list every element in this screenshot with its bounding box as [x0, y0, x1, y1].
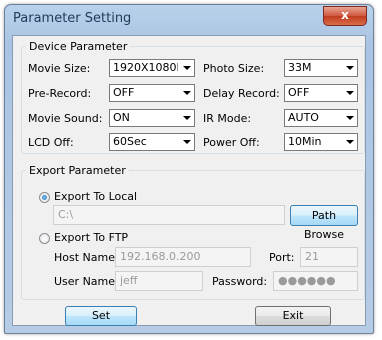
- chevron-down-icon: [183, 140, 191, 144]
- lcd-off-value: 60Sec: [113, 135, 147, 148]
- port-label: Port:: [269, 251, 295, 264]
- chevron-down-icon: [346, 140, 354, 144]
- chevron-down-icon: [183, 66, 191, 70]
- power-off-value: 10Min: [288, 135, 322, 148]
- lcd-off-label: LCD Off:: [28, 136, 74, 149]
- chevron-down-icon: [346, 91, 354, 95]
- chevron-down-icon: [183, 91, 191, 95]
- ir-mode-value: AUTO: [288, 111, 319, 124]
- chevron-down-icon: [346, 66, 354, 70]
- movie-sound-value: ON: [113, 111, 130, 124]
- ir-mode-select[interactable]: AUTO: [284, 109, 358, 127]
- exit-button[interactable]: Exit: [255, 306, 331, 326]
- photo-size-label: Photo Size:: [203, 62, 265, 75]
- power-off-label: Power Off:: [203, 136, 260, 149]
- path-field[interactable]: C:\: [53, 205, 285, 225]
- pre-record-select[interactable]: OFF: [109, 84, 195, 102]
- photo-size-value: 33M: [288, 61, 312, 74]
- delay-record-label: Delay Record:: [203, 87, 280, 100]
- export-parameter-legend: Export Parameter: [29, 164, 126, 177]
- window-title: Parameter Setting: [13, 11, 132, 26]
- pre-record-label: Pre-Record:: [28, 87, 92, 100]
- user-name-field[interactable]: jeff: [115, 271, 203, 291]
- pre-record-value: OFF: [113, 86, 135, 99]
- export-ftp-label[interactable]: Export To FTP: [54, 231, 128, 244]
- movie-sound-label: Movie Sound:: [28, 112, 103, 125]
- path-browse-button[interactable]: Path Browse: [290, 205, 358, 241]
- lcd-off-select[interactable]: 60Sec: [109, 133, 195, 151]
- password-label: Password:: [212, 275, 268, 288]
- export-local-radio[interactable]: [39, 192, 50, 203]
- delay-record-value: OFF: [288, 86, 310, 99]
- chevron-down-icon: [183, 116, 191, 120]
- movie-sound-select[interactable]: ON: [109, 109, 195, 127]
- movie-size-label: Movie Size:: [28, 62, 91, 75]
- photo-size-select[interactable]: 33M: [284, 59, 358, 77]
- delay-record-select[interactable]: OFF: [284, 84, 358, 102]
- password-field[interactable]: ●●●●●●: [273, 271, 358, 291]
- close-button[interactable]: x: [323, 6, 367, 26]
- host-name-field[interactable]: 192.168.0.200: [115, 247, 251, 267]
- set-button[interactable]: Set: [65, 306, 137, 326]
- movie-size-value: 1920X1080P30: [113, 61, 178, 74]
- export-ftp-radio[interactable]: [39, 233, 50, 244]
- host-name-label: Host Name:: [54, 251, 119, 264]
- chevron-down-icon: [346, 116, 354, 120]
- parameter-setting-window: Parameter Setting x Device Parameter Mov…: [4, 4, 374, 334]
- power-off-select[interactable]: 10Min: [284, 133, 358, 151]
- port-field[interactable]: 21: [300, 247, 358, 267]
- user-name-label: User Name:: [54, 275, 119, 288]
- close-icon: x: [341, 8, 349, 22]
- export-local-label[interactable]: Export To Local: [54, 190, 137, 203]
- dialog-client-area: Device Parameter Movie Size: 1920X1080P3…: [12, 35, 366, 326]
- movie-size-select[interactable]: 1920X1080P30: [109, 59, 195, 77]
- title-bar[interactable]: Parameter Setting x: [5, 5, 373, 35]
- device-parameter-legend: Device Parameter: [29, 40, 128, 53]
- ir-mode-label: IR Mode:: [203, 112, 252, 125]
